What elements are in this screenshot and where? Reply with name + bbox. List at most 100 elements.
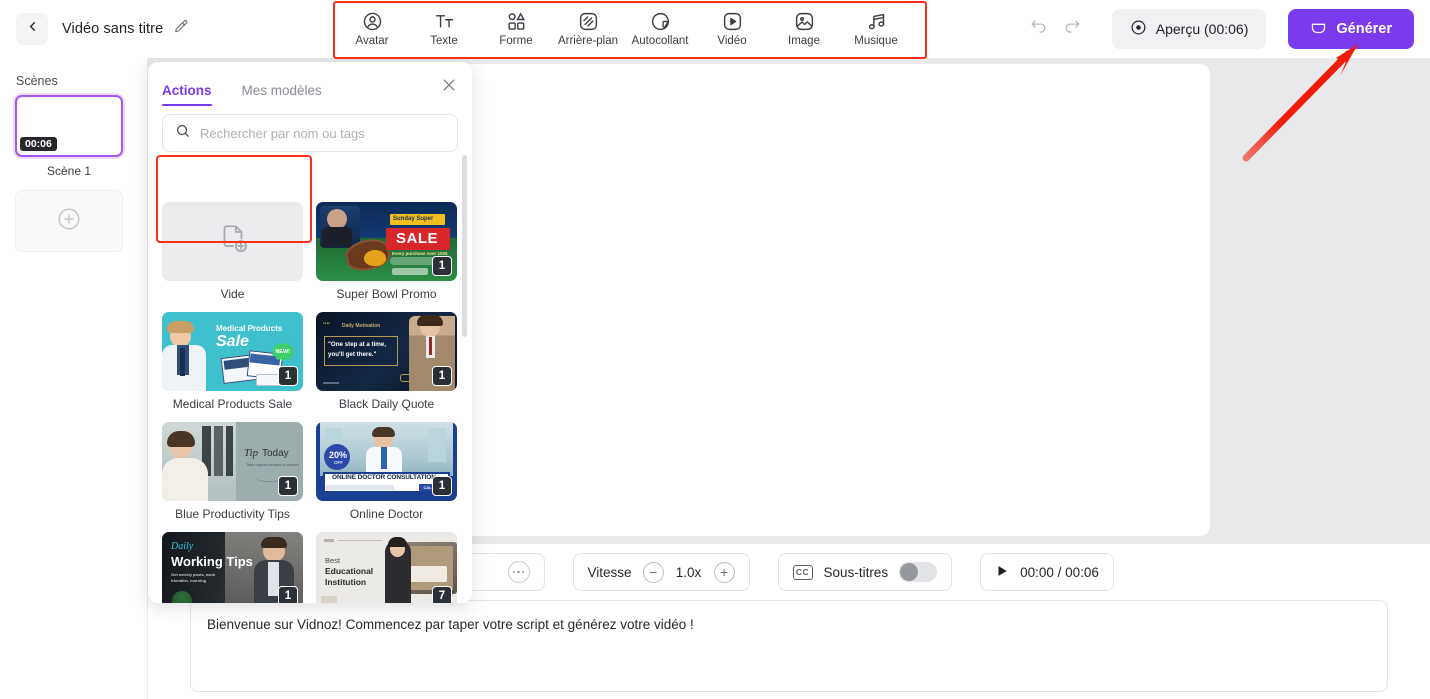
panel-tab-bar: Actions Mes modèles bbox=[148, 62, 472, 106]
search-icon bbox=[175, 123, 191, 144]
thumbnail-text: Working Tips bbox=[171, 554, 253, 569]
thumbnail-text: ONLINE DOCTOR CONSULTATION bbox=[332, 474, 436, 481]
template-name: Super Bowl Promo bbox=[336, 287, 437, 301]
insert-item-label: Musique bbox=[854, 35, 898, 47]
close-panel-button[interactable] bbox=[440, 76, 458, 99]
top-bar-actions: Aperçu (00:06) Générer bbox=[1022, 0, 1414, 58]
insert-item-label: Arrière-plan bbox=[557, 35, 619, 47]
script-editor[interactable]: Bienvenue sur Vidnoz! Commencez par tape… bbox=[190, 600, 1388, 692]
template-card[interactable]: ““ Daily Motivation "One step at a time,… bbox=[316, 312, 457, 411]
template-card[interactable]: Sunday Super SALE Every purchase over 10… bbox=[316, 202, 457, 301]
template-scene-count: 1 bbox=[432, 476, 452, 496]
thumbnail-text: NEW! bbox=[275, 349, 290, 355]
insert-text-button[interactable]: Texte bbox=[408, 9, 480, 49]
template-search[interactable] bbox=[162, 114, 458, 152]
preview-button-label: Aperçu (00:06) bbox=[1155, 21, 1249, 37]
insert-item-label: Forme bbox=[499, 35, 533, 47]
speed-increase-button[interactable]: + bbox=[713, 561, 735, 583]
scenes-sidebar: Scènes 00:06 Scène 1 bbox=[0, 58, 148, 699]
insert-sticker-button[interactable]: Autocollant bbox=[624, 9, 696, 49]
undo-button[interactable] bbox=[1022, 12, 1056, 46]
scrollbar-thumb[interactable] bbox=[462, 155, 467, 337]
thumbnail-text: Best bbox=[325, 556, 341, 565]
template-name: Blue Productivity Tips bbox=[175, 507, 290, 521]
speed-control[interactable]: Vitesse − 1.0x + bbox=[572, 553, 750, 591]
insert-background-button[interactable]: Arrière-plan bbox=[552, 9, 624, 49]
scene-duration-badge: 00:06 bbox=[20, 137, 57, 151]
subtitles-toggle[interactable] bbox=[899, 562, 938, 582]
template-thumbnail[interactable]: Medical Products Sale NEW! 1 bbox=[162, 312, 303, 391]
subtitles-control[interactable]: CC Sous-titres bbox=[777, 553, 953, 591]
template-list-scrollbar[interactable] bbox=[462, 155, 467, 603]
back-button[interactable] bbox=[16, 13, 48, 45]
redo-button[interactable] bbox=[1056, 12, 1090, 46]
insert-avatar-button[interactable]: Avatar bbox=[336, 9, 408, 49]
template-name: Vide bbox=[220, 287, 245, 301]
template-thumbnail[interactable]: Daily Working Tips Get weekly posts, wor… bbox=[162, 532, 303, 603]
page-title: Vidéo sans titre bbox=[62, 21, 164, 37]
template-thumbnail[interactable]: 20% OFF ONLINE DOCTOR CONSULTATION CALL … bbox=[316, 422, 457, 501]
speed-decrease-button[interactable]: − bbox=[642, 561, 664, 583]
template-thumbnail[interactable] bbox=[162, 202, 303, 281]
more-dots-icon[interactable] bbox=[507, 561, 530, 583]
thumbnail-text: Medical Products bbox=[216, 324, 283, 333]
template-name: Black Daily Quote bbox=[338, 397, 435, 411]
play-icon[interactable] bbox=[995, 564, 1009, 581]
scene-thumbnail-1[interactable]: 00:06 bbox=[15, 95, 123, 157]
template-card[interactable]: Best Educational Institution 7 Best Educ… bbox=[316, 532, 457, 603]
thumbnail-text: Today bbox=[262, 448, 289, 459]
thumbnail-text: Daily bbox=[171, 541, 194, 552]
template-thumbnail[interactable]: ““ Daily Motivation "One step at a time,… bbox=[316, 312, 457, 391]
sparkle-icon bbox=[1310, 19, 1327, 40]
playback-time: 00:00 / 00:06 bbox=[1020, 564, 1099, 580]
plus-icon bbox=[56, 206, 82, 237]
generate-button[interactable]: Générer bbox=[1288, 9, 1414, 49]
thumbnail-text: Institution bbox=[325, 577, 367, 587]
thumbnail-text: Daily Motivation bbox=[342, 323, 381, 329]
play-circle-icon bbox=[1130, 19, 1147, 39]
avatar-icon bbox=[362, 11, 383, 32]
insert-item-label: Image bbox=[788, 35, 820, 47]
template-name: Online Doctor bbox=[349, 507, 424, 521]
template-card[interactable]: Tip Today Take regular breaks to stretch… bbox=[162, 422, 303, 521]
insert-video-button[interactable]: Vidéo bbox=[696, 9, 768, 49]
tab-actions[interactable]: Actions bbox=[162, 83, 212, 106]
template-thumbnail[interactable]: Tip Today Take regular breaks to stretch… bbox=[162, 422, 303, 501]
thumbnail-text: Sunday Super bbox=[393, 215, 434, 222]
template-card[interactable]: Medical Products Sale NEW! 1 Medical Pro… bbox=[162, 312, 303, 411]
insert-music-button[interactable]: Musique bbox=[840, 9, 912, 49]
tab-actions-label: Actions bbox=[162, 83, 212, 98]
subtitles-label: Sous-titres bbox=[823, 564, 889, 580]
preview-button[interactable]: Aperçu (00:06) bbox=[1111, 9, 1267, 49]
thumbnail-text: Tip bbox=[244, 447, 259, 459]
thumbnail-text: OFF bbox=[334, 460, 343, 465]
thumbnail-text: SALE bbox=[396, 230, 439, 247]
image-icon bbox=[794, 11, 815, 32]
thumbnail-text: "One step at a time, bbox=[328, 341, 386, 348]
template-list[interactable]: Vide Sunday Super SALE Every purchase ov… bbox=[148, 202, 472, 603]
template-scene-count: 1 bbox=[278, 476, 298, 496]
insert-item-label: Texte bbox=[430, 35, 458, 47]
playback-control[interactable]: 00:00 / 00:06 bbox=[980, 553, 1114, 591]
script-text[interactable]: Bienvenue sur Vidnoz! Commencez par tape… bbox=[207, 615, 1371, 635]
video-icon bbox=[722, 11, 743, 32]
template-thumbnail[interactable]: Sunday Super SALE Every purchase over 10… bbox=[316, 202, 457, 281]
search-input[interactable] bbox=[200, 125, 445, 141]
thumbnail-text: Sale bbox=[216, 333, 249, 350]
template-card-blank[interactable]: Vide bbox=[162, 202, 303, 301]
insert-image-button[interactable]: Image bbox=[768, 9, 840, 49]
insert-shape-button[interactable]: Forme bbox=[480, 9, 552, 49]
insert-toolbar: Avatar Texte Forme Arrière-plan Autocoll… bbox=[336, 2, 912, 56]
template-thumbnail[interactable]: Best Educational Institution 7 bbox=[316, 532, 457, 603]
edit-title-button[interactable] bbox=[173, 19, 189, 40]
template-card[interactable]: 20% OFF ONLINE DOCTOR CONSULTATION CALL … bbox=[316, 422, 457, 521]
add-scene-button[interactable] bbox=[15, 190, 123, 252]
shape-icon bbox=[506, 11, 527, 32]
template-card[interactable]: Daily Working Tips Get weekly posts, wor… bbox=[162, 532, 303, 603]
tab-my-templates-label: Mes modèles bbox=[241, 83, 322, 98]
template-scene-count: 1 bbox=[432, 256, 452, 276]
insert-item-label: Autocollant bbox=[631, 35, 689, 47]
undo-icon bbox=[1029, 17, 1048, 41]
tab-my-templates[interactable]: Mes modèles bbox=[242, 83, 322, 106]
scenes-heading: Scènes bbox=[16, 74, 58, 88]
